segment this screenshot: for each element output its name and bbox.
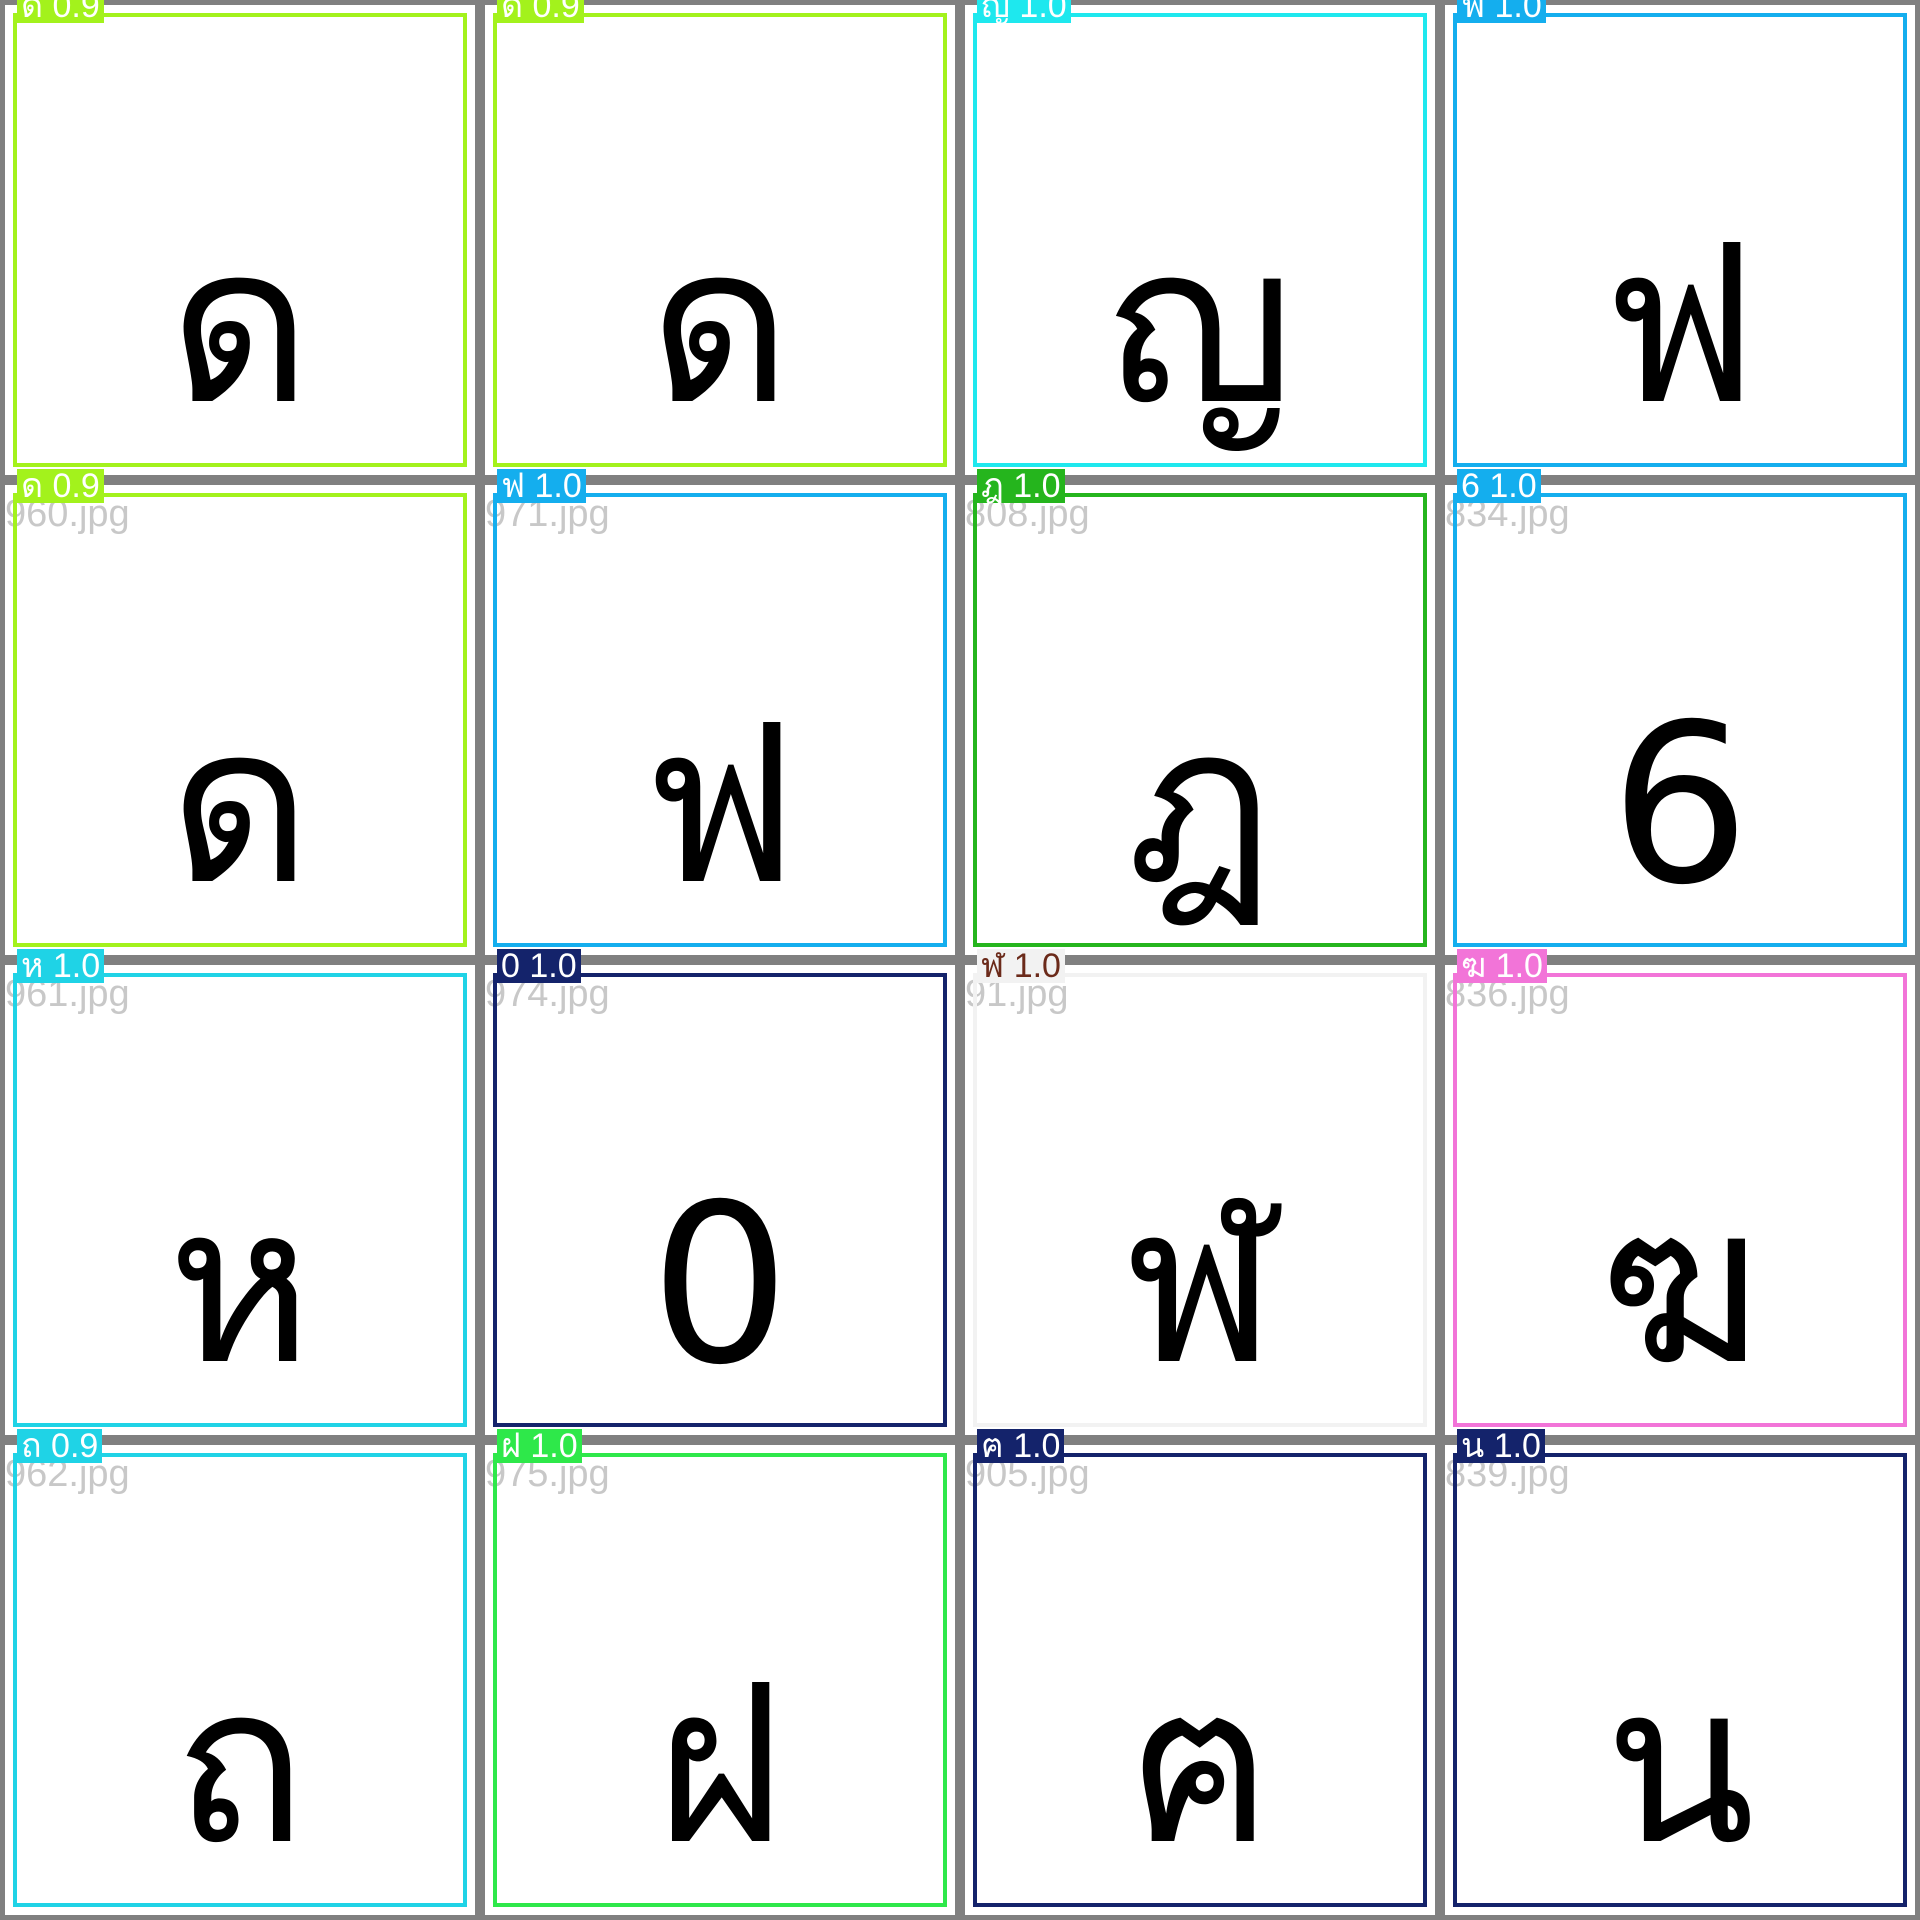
detection-box: ฟ 1.0: [493, 469, 947, 947]
detection-label: ถ 0.9: [17, 1429, 103, 1463]
detection-box: ฎ 1.0: [973, 469, 1427, 947]
image-tile: 836.jpg ฆฆ 1.0: [1445, 949, 1915, 1435]
detection-box: น 1.0: [1453, 1429, 1907, 1907]
image-tile: 961.jpg หห 1.0: [5, 949, 475, 1435]
detection-box: ห 1.0: [13, 949, 467, 1427]
image-tile: 808.jpg ฎฎ 1.0: [965, 469, 1435, 955]
detection-box: ฬ 1.0: [973, 949, 1427, 1427]
detection-label: ฆ 1.0: [1457, 949, 1547, 983]
image-tile: 974.jpg 0 0 1.0: [485, 949, 955, 1435]
detection-label: 6 1.0: [1457, 469, 1541, 503]
detection-box: ฅ 1.0: [973, 1429, 1427, 1907]
detection-box: 6 1.0: [1453, 469, 1907, 947]
detection-label: ญ 1.0: [977, 0, 1071, 23]
detection-box: ด 0.9: [13, 469, 467, 947]
image-tile: ฟฟ 1.0: [1445, 0, 1915, 475]
detection-label: ด 0.9: [497, 0, 584, 23]
image-tile: ดด 0.9: [485, 0, 955, 475]
detection-label: 0 1.0: [497, 949, 581, 983]
image-tile: 834.jpg 6 6 1.0: [1445, 469, 1915, 955]
detection-label: ห 1.0: [17, 949, 105, 983]
image-tile: ดด 0.9: [5, 0, 475, 475]
detection-label: ฎ 1.0: [977, 469, 1065, 503]
detection-box: ด 0.9: [13, 0, 467, 467]
detection-box: ด 0.9: [493, 0, 947, 467]
image-tile: 91.jpg ฬฬ 1.0: [965, 949, 1435, 1435]
image-tile: 962.jpg ถถ 0.9: [5, 1429, 475, 1915]
image-tile: 975.jpg ฝฝ 1.0: [485, 1429, 955, 1915]
detection-label: ฅ 1.0: [977, 1429, 1065, 1463]
detection-box: ถ 0.9: [13, 1429, 467, 1907]
image-tile: 960.jpg ดด 0.9: [5, 469, 475, 955]
detection-box: 0 1.0: [493, 949, 947, 1427]
image-tile: 971.jpg ฟฟ 1.0: [485, 469, 955, 955]
detection-box: ญ 1.0: [973, 0, 1427, 467]
detection-box: ฆ 1.0: [1453, 949, 1907, 1427]
detection-label: ฟ 1.0: [497, 469, 586, 503]
detection-box: ฝ 1.0: [493, 1429, 947, 1907]
detection-label: ฟ 1.0: [1457, 0, 1546, 23]
image-tile: 839.jpg นน 1.0: [1445, 1429, 1915, 1915]
detection-label: ฬ 1.0: [977, 949, 1065, 983]
detection-label: น 1.0: [1457, 1429, 1545, 1463]
image-tile: ญญ 1.0: [965, 0, 1435, 475]
detection-label: ด 0.9: [17, 469, 104, 503]
image-tile: 905.jpg ฅฅ 1.0: [965, 1429, 1435, 1915]
detection-label: ฝ 1.0: [497, 1429, 582, 1463]
detection-grid: ดด 0.9 ดด 0.9 ญญ 1.0 ฟฟ 1.0 960.jpg ดด 0.9 971…: [0, 0, 1920, 1920]
detection-label: ด 0.9: [17, 0, 104, 23]
detection-box: ฟ 1.0: [1453, 0, 1907, 467]
